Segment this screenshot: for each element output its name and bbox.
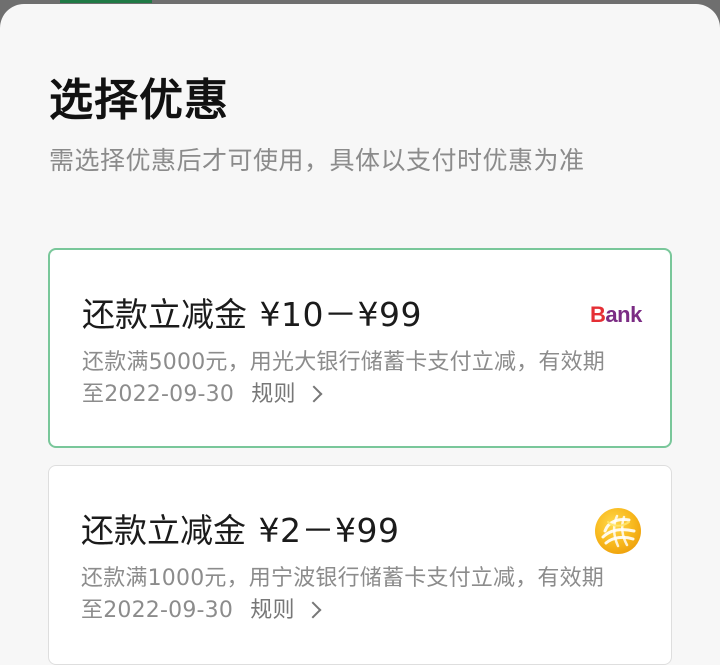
coupon-expiry: 至2022-09-30 [81, 598, 234, 623]
bank-logo-b: B [590, 302, 606, 327]
coupon-card-everbright[interactable]: 还款立减金 ¥10－¥99 Bank 还款满5000元，用光大银行储蓄卡支付立减… [48, 248, 672, 448]
sheet-title: 选择优惠 [49, 75, 229, 126]
rule-link-label: 规则 [250, 598, 295, 623]
rule-link-label: 规则 [251, 382, 296, 407]
coupon-label: 还款立减金 [82, 295, 247, 334]
coupon-expiry-line: 至2022-09-30 规则 [82, 379, 637, 411]
coupon-amount: ¥2－¥99 [258, 511, 400, 550]
coupon-title: 还款立减金 ¥2－¥99 [81, 510, 399, 552]
coupon-description: 还款满5000元，用光大银行储蓄卡支付立减，有效期 至2022-09-30 规则 [82, 347, 637, 411]
rule-link[interactable]: 规则 [251, 379, 323, 411]
coupon-expiry-line: 至2022-09-30 规则 [81, 595, 636, 627]
rule-link[interactable]: 规则 [250, 595, 322, 627]
top-accent-bar [60, 0, 152, 3]
sheet-subtitle: 需选择优惠后才可使用，具体以支付时优惠为准 [49, 146, 585, 175]
bank-logo-text: ank [605, 302, 642, 327]
coupon-label: 还款立减金 [81, 511, 246, 550]
coupon-description-line: 还款满1000元，用宁波银行储蓄卡支付立减，有效期 [81, 566, 604, 591]
chevron-right-icon [305, 385, 323, 403]
chevron-right-icon [304, 601, 322, 619]
coupon-amount: ¥10－¥99 [259, 295, 422, 334]
coupon-description-line: 还款满5000元，用光大银行储蓄卡支付立减，有效期 [82, 350, 605, 375]
bank-icon: Bank [590, 302, 642, 328]
coupon-expiry: 至2022-09-30 [82, 382, 235, 407]
coupon-card-ningbo[interactable]: 还款立减金 ¥2－¥99 还款满1000元，用宁波银行储蓄卡支付立减，有效期 至… [48, 465, 672, 665]
coupon-title: 还款立减金 ¥10－¥99 [82, 294, 422, 336]
round-bank-icon [595, 508, 641, 554]
coupon-description: 还款满1000元，用宁波银行储蓄卡支付立减，有效期 至2022-09-30 规则 [81, 563, 636, 627]
coupon-selection-screen: 选择优惠 需选择优惠后才可使用，具体以支付时优惠为准 还款立减金 ¥10－¥99… [0, 0, 720, 665]
coupon-bottom-sheet: 选择优惠 需选择优惠后才可使用，具体以支付时优惠为准 还款立减金 ¥10－¥99… [0, 4, 720, 665]
